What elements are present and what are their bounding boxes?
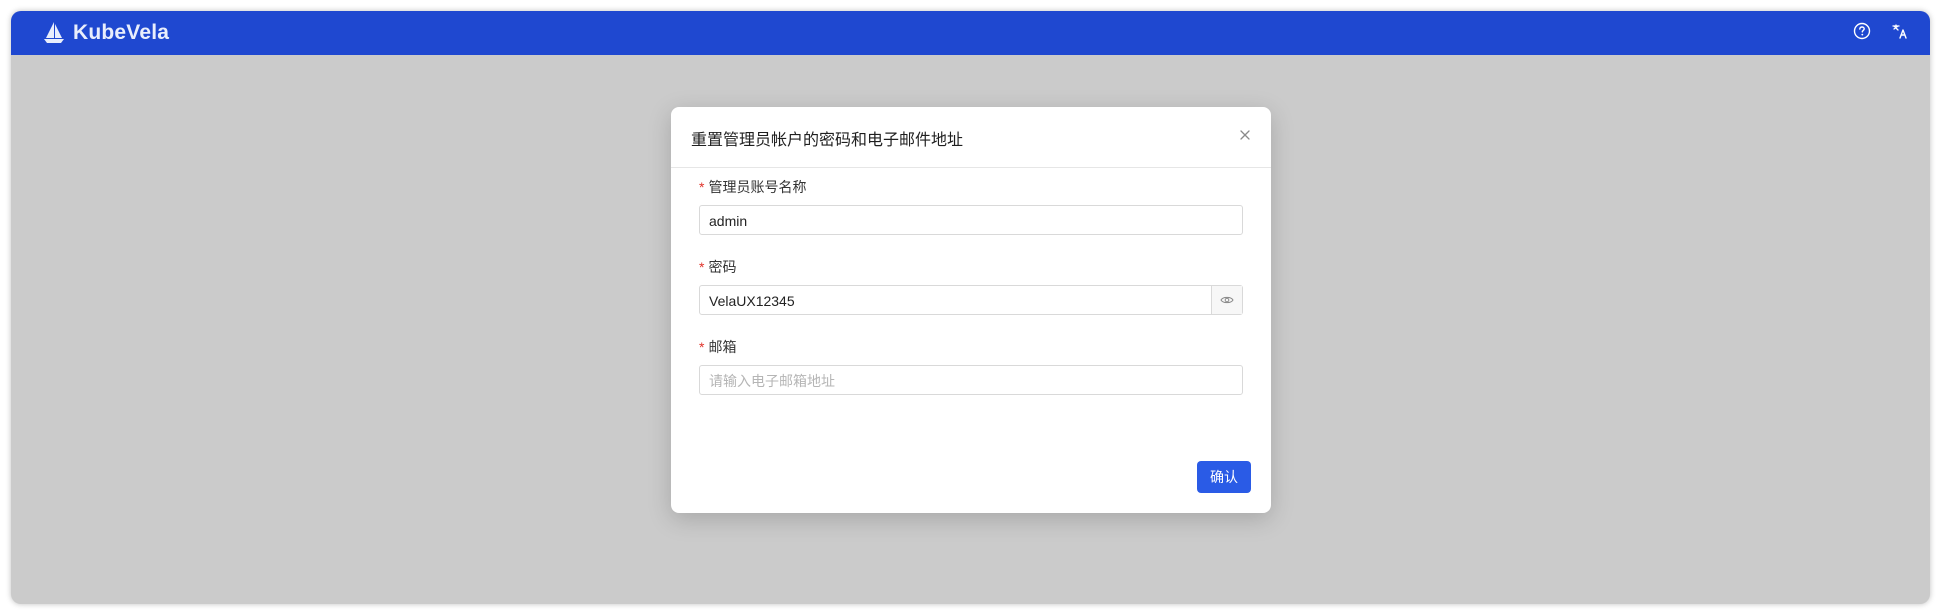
dialog-header: 重置管理员帐户的密码和电子邮件地址 (671, 107, 1271, 168)
show-password-eye-icon[interactable] (1211, 286, 1242, 314)
username-input[interactable]: admin (699, 205, 1243, 235)
password-input[interactable]: VelaUX12345 (699, 285, 1243, 315)
brand-name: KubeVela (73, 21, 170, 44)
required-mark: * (699, 179, 705, 195)
email-field-group: * 邮箱 请输入电子邮箱地址 (699, 337, 1243, 395)
password-value: VelaUX12345 (709, 293, 795, 309)
close-icon[interactable] (1235, 125, 1255, 145)
dialog-title: 重置管理员帐户的密码和电子邮件地址 (691, 132, 964, 149)
password-label: * 密码 (699, 259, 737, 275)
required-mark: * (699, 339, 705, 355)
username-field-group: * 管理员账号名称 admin (699, 177, 1243, 235)
email-input[interactable]: 请输入电子邮箱地址 (699, 365, 1243, 395)
reset-admin-dialog: 重置管理员帐户的密码和电子邮件地址 * 管理员账号名称 admin * 密码 Vel… (671, 107, 1271, 513)
brand-logo[interactable]: KubeVela (41, 17, 169, 49)
kubevela-sail-icon (44, 22, 64, 43)
required-mark: * (699, 259, 705, 275)
top-navigation-bar: KubeVela (11, 11, 1930, 55)
app-window: KubeVela 重置管理员帐户的密码和电子邮件地址 * 管理员账号名称 adm… (11, 11, 1930, 604)
confirm-button[interactable]: 确认 (1197, 461, 1251, 493)
help-icon[interactable] (1852, 21, 1872, 41)
password-field-group: * 密码 VelaUX12345 (699, 257, 1243, 315)
email-label: * 邮箱 (699, 339, 737, 355)
username-label: * 管理员账号名称 (699, 179, 807, 195)
translate-icon[interactable] (1890, 21, 1910, 41)
